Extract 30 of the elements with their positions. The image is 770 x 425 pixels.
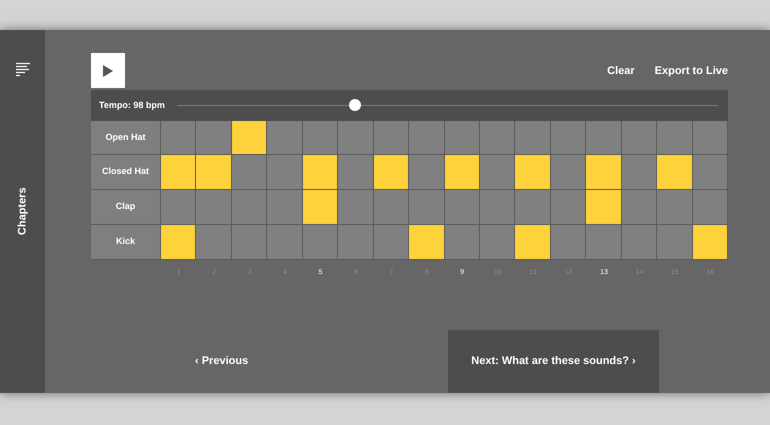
step-pad[interactable] bbox=[232, 120, 268, 156]
step-pad[interactable] bbox=[161, 155, 196, 190]
step-pad[interactable] bbox=[692, 224, 728, 260]
step-pad[interactable] bbox=[302, 155, 338, 190]
track-label: Open Hat bbox=[91, 120, 161, 156]
step-pad[interactable] bbox=[515, 224, 551, 260]
step-pad[interactable] bbox=[586, 155, 622, 190]
play-button[interactable] bbox=[91, 53, 125, 88]
step-pad[interactable] bbox=[586, 190, 622, 225]
step-pad[interactable] bbox=[409, 224, 444, 260]
slider-thumb[interactable] bbox=[349, 99, 362, 112]
step-pad[interactable] bbox=[302, 190, 338, 225]
menu-icon[interactable] bbox=[14, 62, 30, 78]
play-icon bbox=[102, 64, 114, 76]
previous-link[interactable]: ‹ Previous bbox=[195, 353, 248, 370]
step-pad[interactable] bbox=[196, 155, 232, 190]
toolbar-action[interactable]: Clear bbox=[607, 62, 635, 79]
step-pad[interactable] bbox=[161, 224, 196, 260]
step-pad[interactable] bbox=[515, 155, 551, 190]
track-label: Kick bbox=[91, 224, 161, 260]
step-pad[interactable] bbox=[444, 155, 480, 190]
track-label: Closed Hat bbox=[91, 155, 161, 190]
next-button[interactable]: Next: What are these sounds? › bbox=[448, 330, 659, 393]
chapters-tab[interactable]: Chapters bbox=[14, 188, 31, 236]
step-pad[interactable] bbox=[657, 155, 693, 190]
toolbar-action[interactable]: Export to Live bbox=[654, 62, 728, 79]
step-pad[interactable] bbox=[374, 155, 410, 190]
track-label: Clap bbox=[91, 190, 161, 225]
tempo-label: Tempo: 98 bpm bbox=[99, 98, 165, 112]
tempo-slider[interactable] bbox=[176, 99, 718, 112]
